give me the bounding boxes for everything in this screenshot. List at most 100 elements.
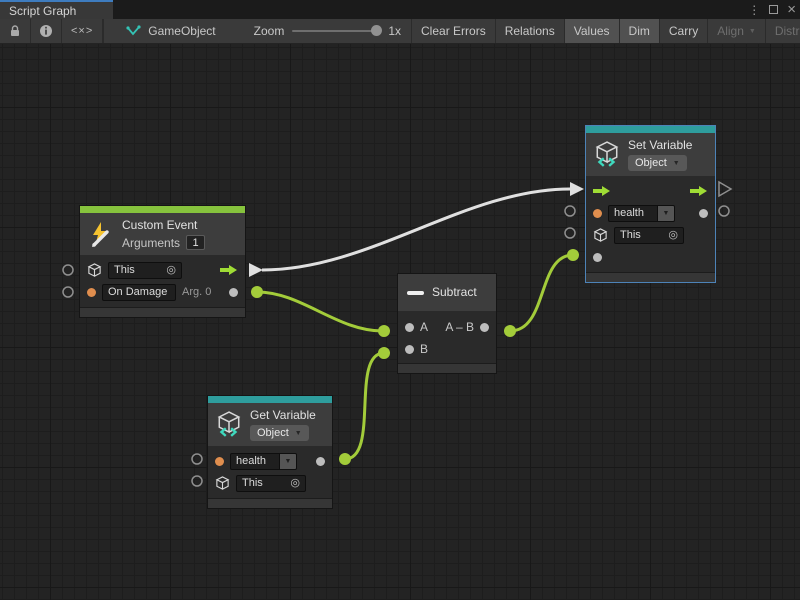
clear-errors-label: Clear Errors	[421, 24, 486, 38]
distribute-label: Distribute	[775, 24, 800, 38]
custom-event-icon	[88, 221, 114, 248]
maximize-icon[interactable]	[769, 5, 778, 14]
port-row-name: health ▼	[586, 202, 715, 224]
wire-endpoint	[339, 453, 351, 465]
event-name-field[interactable]: On Damage	[102, 284, 176, 301]
code-view-button[interactable]: <×>	[62, 19, 103, 43]
port-unconnected[interactable]	[192, 454, 202, 464]
target-field[interactable]: This ◎	[614, 227, 684, 244]
target-field[interactable]: This ◎	[236, 475, 306, 492]
port-row-control	[586, 180, 715, 202]
node-footer	[80, 307, 245, 317]
object-picker-icon[interactable]: ◎	[290, 478, 300, 489]
lock-icon	[8, 24, 22, 38]
relations-button[interactable]: Relations	[496, 19, 565, 43]
port-unconnected[interactable]	[63, 287, 73, 297]
clear-errors-button[interactable]: Clear Errors	[411, 19, 496, 43]
node-accent-bar	[208, 396, 332, 403]
port-label-a: A	[420, 320, 428, 334]
arg0-label: Arg. 0	[182, 286, 211, 298]
value-port-orange[interactable]	[593, 209, 602, 218]
port-row-object: This ◎	[586, 224, 715, 246]
port-unconnected[interactable]	[719, 206, 729, 216]
target-value: This	[114, 264, 135, 276]
node-get-variable[interactable]: Get Variable Object ▼ health ▼	[207, 395, 333, 509]
values-button[interactable]: Values	[565, 19, 620, 43]
port-unconnected[interactable]	[565, 206, 575, 216]
variable-kind-dropdown[interactable]: Object ▼	[628, 155, 687, 171]
wire-endpoint	[567, 249, 579, 261]
dim-button[interactable]: Dim	[620, 19, 660, 43]
align-button[interactable]: Align ▼	[708, 19, 766, 43]
port-row-b: B	[398, 338, 496, 360]
wire-arrow-source	[249, 263, 263, 277]
wire-arrow-dest	[570, 182, 584, 196]
variable-kind-value: Object	[257, 427, 289, 439]
variable-name-value: health	[608, 205, 658, 222]
variable-kind-dropdown[interactable]: Object ▼	[250, 425, 309, 441]
node-accent-bar	[80, 206, 245, 213]
node-footer	[586, 272, 715, 282]
node-header[interactable]: Subtract	[398, 274, 496, 311]
value-in-port-b[interactable]	[405, 345, 414, 354]
node-header[interactable]: Get Variable Object ▼	[208, 403, 332, 446]
carry-button[interactable]: Carry	[660, 19, 708, 43]
zoom-slider-handle[interactable]	[371, 25, 382, 36]
zoom-label: Zoom	[254, 24, 285, 38]
distribute-button[interactable]: Distribute ▼	[766, 19, 800, 43]
wire-endpoint	[251, 286, 263, 298]
target-field[interactable]: This ◎	[108, 262, 182, 279]
value-in-port-a[interactable]	[405, 323, 414, 332]
gameobject-label: GameObject	[148, 24, 215, 38]
control-out-port[interactable]	[220, 264, 238, 276]
node-header[interactable]: Set Variable Object ▼	[586, 133, 715, 176]
port-control-unconnected[interactable]	[719, 182, 731, 196]
value-in-port[interactable]	[593, 253, 602, 262]
info-icon	[39, 24, 53, 38]
title-bar: Script Graph ⋮ ×	[0, 0, 800, 19]
graph-toolbar: <×> GameObject Zoom 1x Clear Errors Rela…	[0, 19, 800, 44]
align-label: Align	[717, 24, 744, 38]
node-custom-event[interactable]: Custom Event Arguments 1 This ◎	[79, 205, 246, 318]
node-set-variable[interactable]: Set Variable Object ▼	[585, 125, 716, 283]
object-picker-icon[interactable]: ◎	[668, 230, 678, 241]
port-unconnected[interactable]	[192, 476, 202, 486]
variable-name-dropdown[interactable]: health ▼	[608, 205, 675, 222]
cube-icon	[87, 263, 102, 278]
chevron-down-icon: ▼	[295, 430, 302, 437]
variable-name-dropdown[interactable]: health ▼	[230, 453, 297, 470]
wire-endpoint	[378, 347, 390, 359]
lock-button[interactable]	[0, 19, 31, 43]
wire-value-arg0-to-subtract-a	[257, 292, 383, 331]
value-out-port[interactable]	[316, 457, 325, 466]
dim-label: Dim	[629, 24, 650, 38]
node-header[interactable]: Custom Event Arguments 1	[80, 213, 245, 255]
value-port-orange[interactable]	[87, 288, 96, 297]
info-button[interactable]	[31, 19, 62, 43]
value-out-port[interactable]	[699, 209, 708, 218]
close-icon[interactable]: ×	[787, 2, 796, 17]
menu-icon[interactable]: ⋮	[748, 4, 760, 16]
zoom-slider[interactable]	[292, 30, 380, 32]
control-in-port[interactable]	[593, 185, 611, 197]
zoom-value: 1x	[388, 24, 401, 38]
target-value: This	[242, 477, 263, 489]
port-unconnected[interactable]	[565, 228, 575, 238]
object-picker-icon[interactable]: ◎	[166, 265, 176, 276]
node-title: Set Variable	[628, 138, 692, 153]
control-out-port[interactable]	[690, 185, 708, 197]
variable-icon	[216, 411, 242, 438]
chevron-down-icon: ▼	[280, 453, 297, 470]
variable-name-value: health	[230, 453, 280, 470]
graph-icon	[126, 24, 141, 38]
value-out-port[interactable]	[480, 323, 489, 332]
node-subtract[interactable]: Subtract A A – B B	[397, 273, 497, 374]
port-label-b: B	[420, 342, 428, 356]
arg0-out-port[interactable]	[229, 288, 238, 297]
arguments-count-field[interactable]: 1	[186, 235, 205, 250]
value-port-orange[interactable]	[215, 457, 224, 466]
port-unconnected[interactable]	[63, 265, 73, 275]
graph-canvas[interactable]: Custom Event Arguments 1 This ◎	[0, 44, 800, 600]
graph-owner[interactable]: GameObject	[103, 19, 225, 43]
tab-script-graph[interactable]: Script Graph	[0, 0, 113, 19]
